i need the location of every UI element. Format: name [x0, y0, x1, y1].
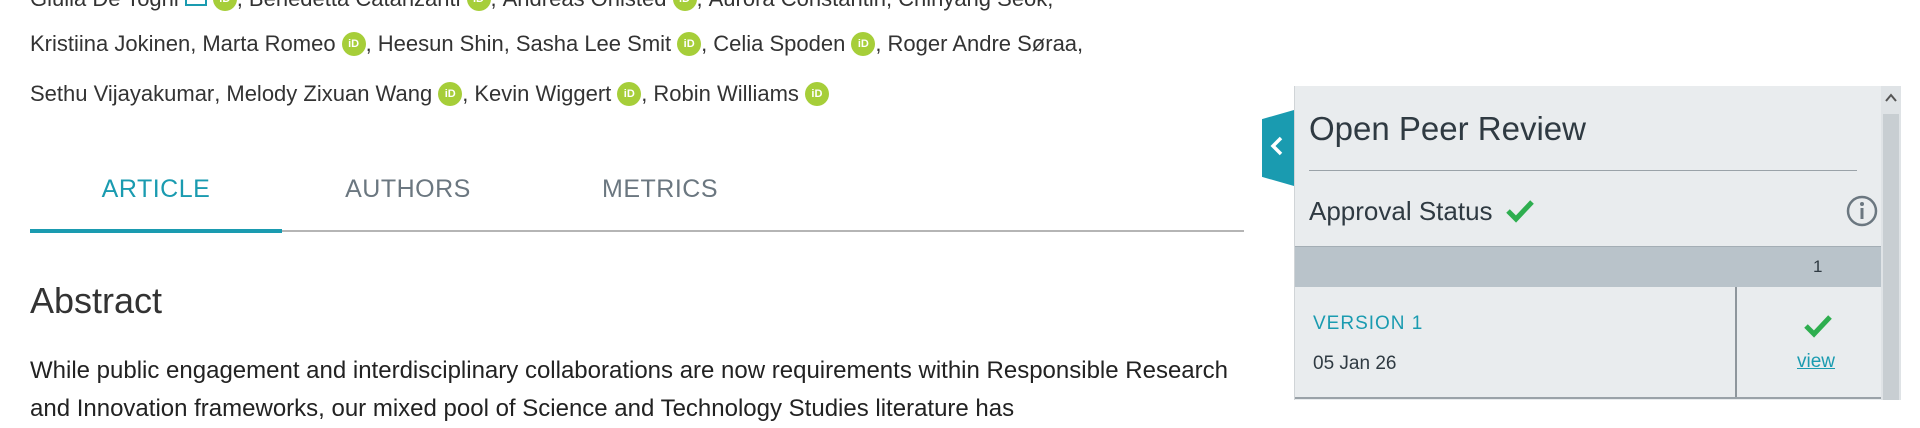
- orcid-icon[interactable]: iD: [466, 0, 491, 11]
- version-date: 05 Jan 26: [1313, 353, 1397, 374]
- author-name[interactable]: Kevin Wiggert iD: [474, 81, 642, 107]
- orcid-icon[interactable]: iD: [617, 82, 642, 106]
- orcid-icon[interactable]: iD: [212, 0, 237, 11]
- author-separator: ,: [875, 31, 882, 56]
- view-report-link[interactable]: view: [1797, 351, 1835, 373]
- orcid-icon[interactable]: iD: [804, 82, 829, 106]
- author-name-text[interactable]: Sasha Lee Smit: [516, 31, 671, 57]
- author-name-text[interactable]: Celia Spoden: [713, 31, 845, 57]
- info-icon[interactable]: [1845, 194, 1879, 228]
- author-separator: ,: [503, 31, 510, 56]
- author-line-1: Kristiina Jokinen, Marta Romeo iD, Heesun S…: [30, 31, 1089, 57]
- author-name[interactable]: Heesun Shin: [378, 31, 504, 57]
- reviewer-column-number: 1: [1813, 257, 1823, 276]
- author-name[interactable]: Benedetta Catanzariti iD: [249, 0, 491, 12]
- approval-status-label: Approval Status: [1309, 196, 1493, 226]
- author-separator: ,: [462, 81, 469, 106]
- tab-metrics[interactable]: METRICS: [534, 168, 786, 230]
- author-separator: ,: [237, 0, 243, 11]
- author-line-0: Giulia De Togni iD, Benedetta Catanzariti i…: [30, 0, 1059, 12]
- author-separator: ,: [214, 81, 221, 106]
- author-separator: ,: [491, 0, 497, 11]
- orcid-icon[interactable]: iD: [851, 32, 876, 56]
- author-separator: ,: [1077, 31, 1084, 56]
- scroll-up-icon[interactable]: [1883, 88, 1899, 108]
- author-name-text[interactable]: Melody Zixuan Wang: [226, 81, 432, 107]
- panel-scrollbar[interactable]: [1881, 86, 1901, 400]
- reviewer-header: 1: [1295, 246, 1881, 288]
- author-separator: ,: [1047, 0, 1053, 11]
- orcid-icon[interactable]: iD: [672, 0, 697, 11]
- orcid-icon[interactable]: iD: [438, 82, 463, 106]
- mail-icon[interactable]: [184, 0, 207, 6]
- author-separator: ,: [701, 31, 708, 56]
- orcid-icon[interactable]: iD: [677, 32, 702, 56]
- panel-divider: [1309, 170, 1857, 171]
- author-name[interactable]: Robin Williams iD: [653, 81, 829, 107]
- review-panel-toggle[interactable]: [1262, 110, 1294, 186]
- author-separator: ,: [190, 31, 197, 56]
- author-name-text[interactable]: Roger Andre Søraa: [888, 31, 1078, 57]
- chevron-left-icon: [1270, 136, 1283, 156]
- cell-divider: [1735, 287, 1737, 397]
- author-name-text[interactable]: Aurora Constantin: [709, 0, 886, 12]
- author-name-text[interactable]: Andreas Ohlsted: [503, 0, 667, 12]
- author-name[interactable]: Aurora Constantin: [709, 0, 886, 12]
- author-name-text[interactable]: Marta Romeo: [202, 31, 335, 57]
- author-name-text[interactable]: Heesun Shin: [378, 31, 504, 57]
- author-name[interactable]: Melody Zixuan Wang iD: [226, 81, 463, 107]
- open-peer-review-panel: Open Peer Review Approval Status 1 VERSI…: [1294, 86, 1901, 400]
- scrollbar-thumb[interactable]: [1883, 114, 1899, 400]
- tab-authors[interactable]: AUTHORS: [282, 168, 534, 230]
- author-name[interactable]: Celia Spoden iD: [713, 31, 876, 57]
- version-row: VERSION 1 05 Jan 26 view: [1295, 287, 1881, 399]
- approved-check-icon: [1804, 315, 1832, 338]
- author-name[interactable]: Sasha Lee Smit iD: [516, 31, 702, 57]
- author-name[interactable]: Chinyang Seok: [898, 0, 1047, 12]
- version-link[interactable]: VERSION 1: [1313, 313, 1423, 335]
- author-name[interactable]: Marta Romeo iD: [202, 31, 366, 57]
- check-icon: [1506, 200, 1534, 223]
- author-name[interactable]: Giulia De Togni iD: [30, 0, 237, 12]
- author-name-text[interactable]: Kevin Wiggert: [474, 81, 611, 107]
- author-name[interactable]: Roger Andre Søraa: [888, 31, 1078, 57]
- author-name[interactable]: Kristiina Jokinen: [30, 31, 190, 57]
- author-separator: ,: [697, 0, 703, 11]
- author-name-text[interactable]: Robin Williams: [653, 81, 798, 107]
- author-line-2: Sethu Vijayakumar, Melody Zixuan Wang iD, K…: [30, 81, 829, 107]
- author-name[interactable]: Andreas Ohlsted iD: [503, 0, 697, 12]
- author-separator: ,: [641, 81, 648, 106]
- author-name-text[interactable]: Sethu Vijayakumar: [30, 81, 214, 107]
- author-name-text[interactable]: Chinyang Seok: [898, 0, 1047, 12]
- abstract-heading: Abstract: [30, 280, 163, 321]
- author-separator: ,: [886, 0, 892, 11]
- tab-article[interactable]: ARTICLE: [30, 168, 282, 233]
- author-name-text[interactable]: Giulia De Togni: [30, 0, 179, 12]
- author-name-text[interactable]: Benedetta Catanzariti: [249, 0, 461, 12]
- orcid-icon[interactable]: iD: [341, 32, 366, 56]
- abstract-text: While public engagement and interdiscipl…: [30, 357, 1228, 422]
- author-separator: ,: [365, 31, 372, 56]
- panel-title: Open Peer Review: [1309, 110, 1586, 147]
- article-tabs: ARTICLE AUTHORS METRICS: [30, 168, 1244, 233]
- author-name[interactable]: Sethu Vijayakumar: [30, 81, 214, 107]
- author-name-text[interactable]: Kristiina Jokinen: [30, 31, 190, 57]
